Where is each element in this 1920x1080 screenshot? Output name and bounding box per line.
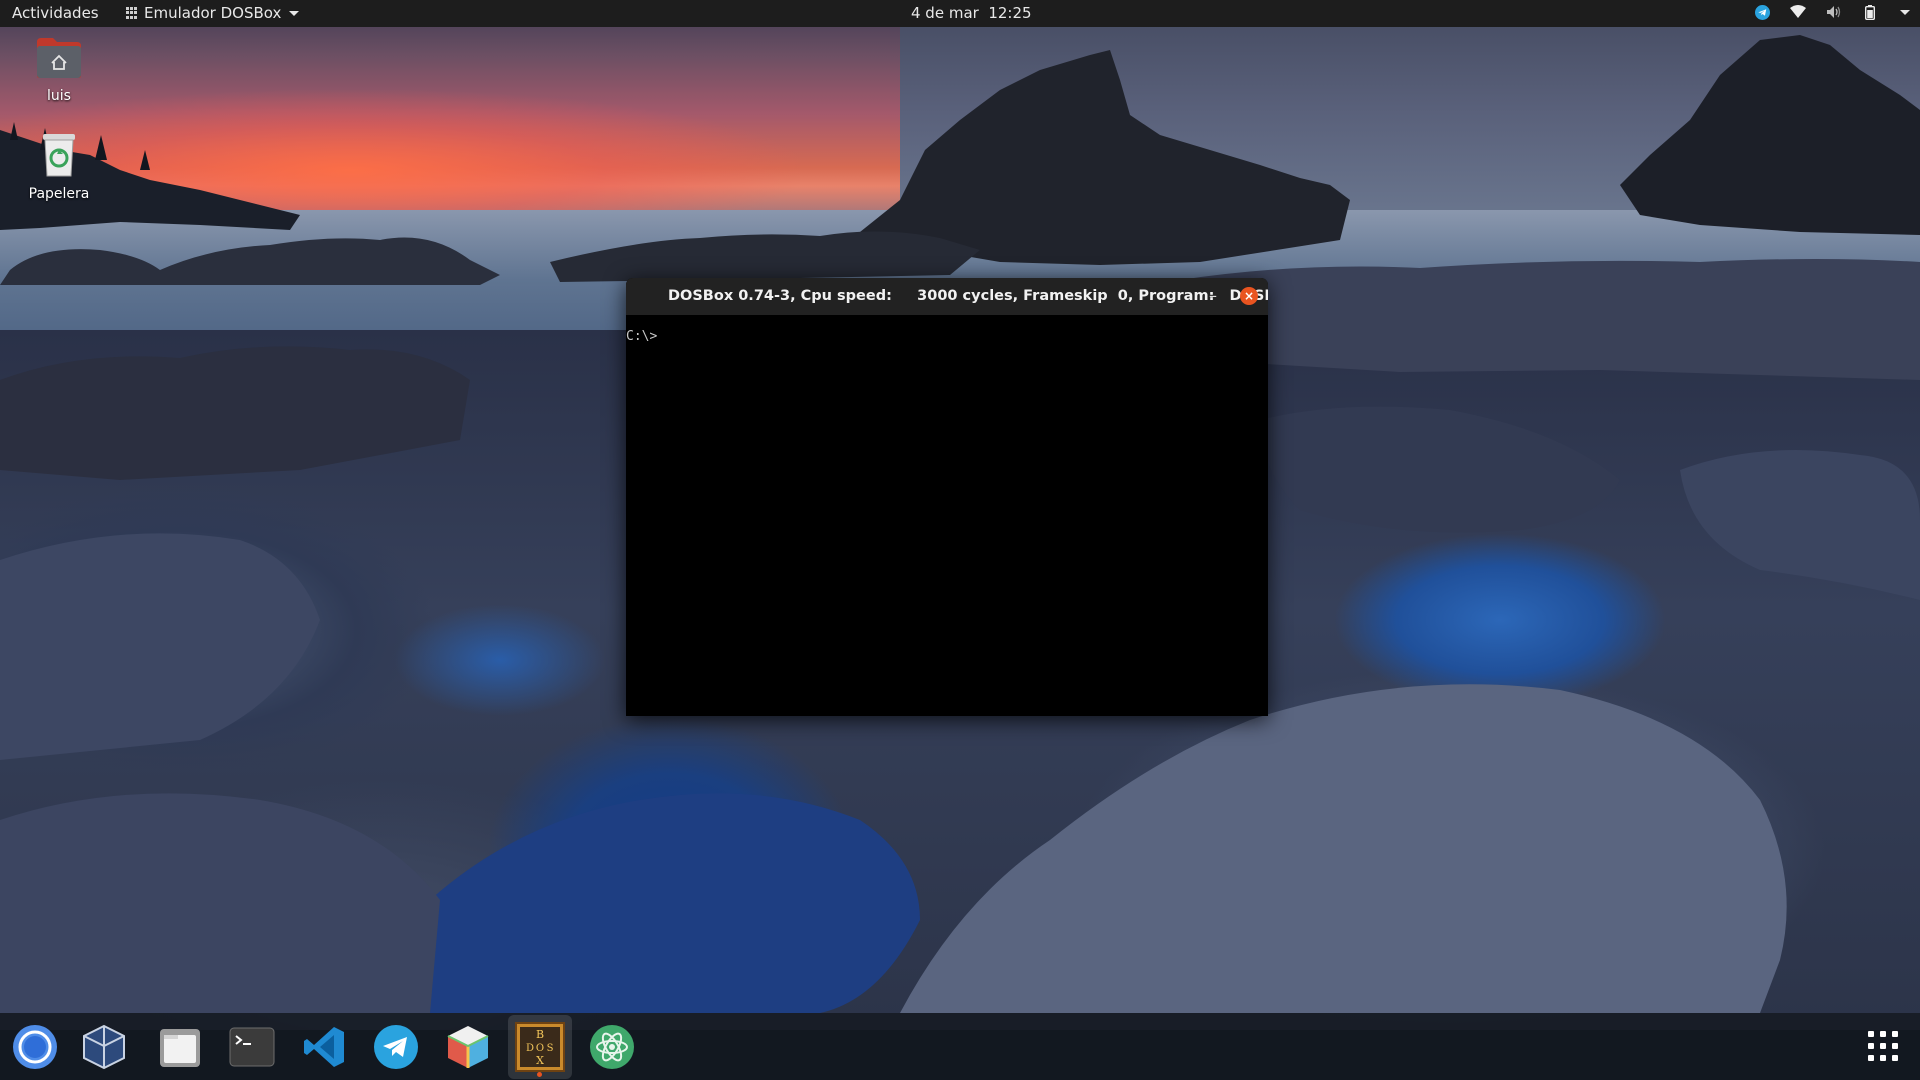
wifi-icon [1790, 4, 1806, 20]
command-prompt: C:\> [626, 329, 658, 344]
activities-button[interactable]: Actividades [12, 4, 99, 22]
svg-text:S: S [547, 1043, 554, 1054]
svg-text:B: B [536, 1028, 544, 1041]
atom-icon[interactable] [588, 1023, 636, 1071]
show-applications-icon[interactable] [1868, 1031, 1898, 1061]
minimize-button[interactable]: – [1209, 286, 1217, 305]
running-indicator [537, 1072, 542, 1077]
desktop-icon-home[interactable]: luis [14, 36, 104, 104]
files-icon[interactable] [156, 1023, 204, 1071]
chromium-icon[interactable] [11, 1023, 59, 1071]
trash-icon [14, 132, 104, 182]
app-menu-label: Emulador DOSBox [144, 4, 282, 22]
top-bar: Actividades Emulador DOSBox 4 de mar 12:… [0, 0, 1920, 27]
battery-icon [1862, 4, 1878, 20]
terminal-icon[interactable] [228, 1023, 276, 1071]
dos-console[interactable]: C:\> [626, 315, 1268, 716]
dosbox-icon[interactable]: BDOSX [508, 1015, 572, 1079]
volume-icon [1826, 4, 1842, 20]
desktop-icon-label: Papelera [28, 186, 90, 202]
app-menu-button[interactable]: Emulador DOSBox [126, 4, 300, 22]
dosbox-window[interactable]: DOSBox 0.74-3, Cpu speed: 3000 cycles, F… [626, 278, 1268, 716]
window-title: DOSBox 0.74-3, Cpu speed: 3000 cycles, F… [668, 288, 1268, 304]
svg-text:D: D [526, 1043, 534, 1054]
clock[interactable]: 4 de mar 12:25 [911, 4, 1032, 22]
desktop-icon-trash[interactable]: Papelera [14, 132, 104, 202]
vscode-icon[interactable] [300, 1023, 348, 1071]
virtualbox-icon[interactable] [80, 1023, 128, 1071]
unknown-cube-app-icon[interactable] [444, 1023, 492, 1071]
dock: BDOSX [0, 1013, 1920, 1080]
svg-text:O: O [536, 1043, 544, 1054]
svg-text:X: X [536, 1054, 544, 1067]
system-menu-caret[interactable] [1900, 9, 1910, 15]
system-tray[interactable] [1754, 4, 1910, 20]
close-button[interactable]: × [1240, 287, 1258, 305]
telegram-icon[interactable] [372, 1023, 420, 1071]
chevron-down-icon [289, 10, 300, 16]
desktop-icon-label: luis [47, 88, 71, 104]
window-titlebar[interactable]: DOSBox 0.74-3, Cpu speed: 3000 cycles, F… [626, 278, 1268, 315]
telegram-tray-icon[interactable] [1754, 4, 1770, 20]
app-grid-mini-icon [126, 7, 138, 19]
home-folder-icon [14, 36, 104, 84]
